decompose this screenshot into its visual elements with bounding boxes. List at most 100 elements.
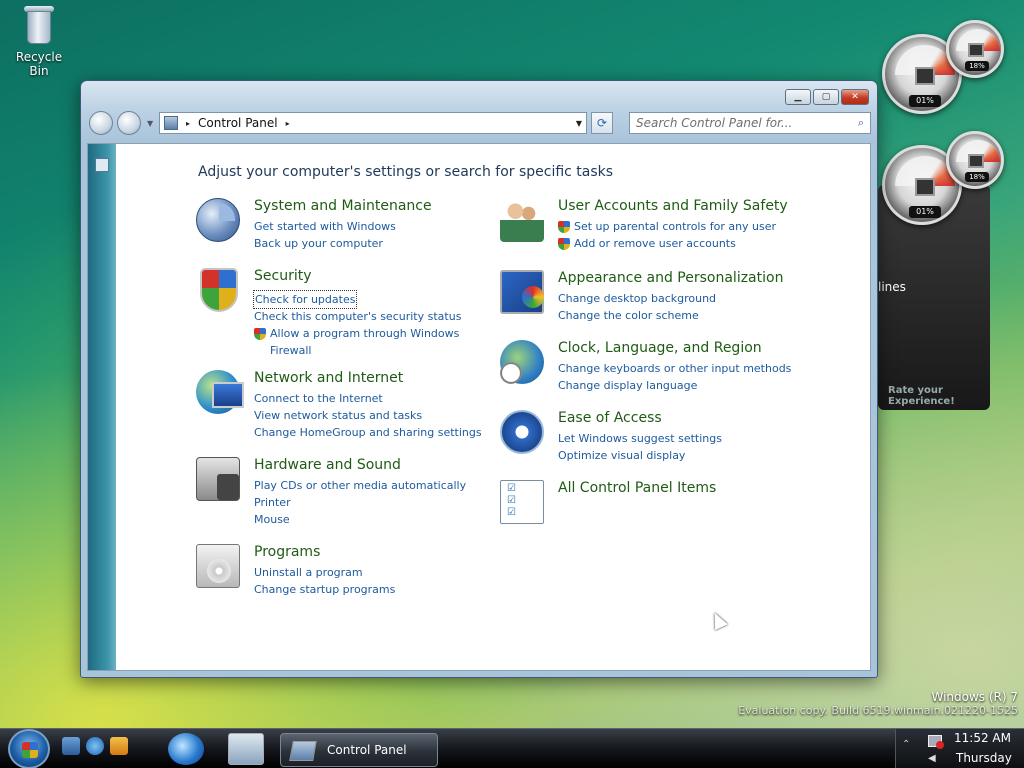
search-icon[interactable]: ⌕ bbox=[858, 116, 864, 130]
cpu-usage-readout: 01% bbox=[909, 95, 941, 107]
category-title[interactable]: Appearance and Personalization bbox=[558, 270, 783, 286]
clock-globe-icon[interactable] bbox=[500, 340, 544, 384]
back-button[interactable] bbox=[89, 111, 113, 135]
control-panel-content: Adjust your computer's settings or searc… bbox=[87, 143, 871, 671]
task-link[interactable]: Let Windows suggest settings bbox=[558, 430, 722, 447]
left-task-pane bbox=[88, 144, 116, 670]
programs-disc-icon[interactable] bbox=[196, 544, 240, 588]
task-link[interactable]: Allow a program through Windows bbox=[254, 325, 461, 342]
address-dropdown-button[interactable]: ▼ bbox=[576, 119, 582, 128]
breadcrumb-separator[interactable]: ▸ bbox=[186, 119, 190, 128]
task-link[interactable]: Change HomeGroup and sharing settings bbox=[254, 424, 482, 441]
task-link[interactable]: Set up parental controls for any user bbox=[558, 218, 776, 235]
task-link[interactable]: Check this computer's security status bbox=[254, 308, 461, 325]
system-tray: ⌃ ◀ 11:52 AM Thursday bbox=[895, 729, 1024, 768]
task-link[interactable]: Add or remove user accounts bbox=[558, 235, 776, 252]
memory-chip-icon bbox=[968, 154, 984, 168]
checklist-icon[interactable] bbox=[500, 480, 544, 524]
memory-chip-icon bbox=[968, 43, 984, 57]
category-title[interactable]: Network and Internet bbox=[254, 370, 403, 386]
internet-explorer-quicklaunch-icon[interactable] bbox=[86, 737, 104, 755]
appearance-monitor-icon[interactable] bbox=[500, 270, 544, 314]
cpu-chip-icon bbox=[915, 178, 935, 196]
task-link[interactable]: Optimize visual display bbox=[558, 447, 722, 464]
recycle-bin-desktop-icon[interactable]: Recycle Bin bbox=[6, 2, 72, 78]
navigation-bar: ▼ ▸ Control Panel ▸ ▼ ⟳ Search Control P… bbox=[89, 111, 871, 135]
task-link[interactable]: Back up your computer bbox=[254, 235, 396, 252]
search-input[interactable]: Search Control Panel for... ⌕ bbox=[629, 112, 871, 134]
breadcrumb-separator[interactable]: ▸ bbox=[286, 119, 290, 128]
task-link[interactable]: Play CDs or other media automatically bbox=[254, 477, 466, 494]
minimize-button[interactable]: ▁ bbox=[785, 89, 811, 105]
category-title[interactable]: Hardware and Sound bbox=[254, 457, 401, 473]
users-icon[interactable] bbox=[500, 198, 544, 242]
category-title[interactable]: System and Maintenance bbox=[254, 198, 432, 214]
forward-button[interactable] bbox=[117, 111, 141, 135]
task-link-continued[interactable]: Firewall bbox=[254, 342, 461, 359]
task-link[interactable]: Connect to the Internet bbox=[254, 390, 482, 407]
task-link[interactable]: Get started with Windows bbox=[254, 218, 396, 235]
category-title[interactable]: Security bbox=[254, 268, 312, 284]
page-heading: Adjust your computer's settings or searc… bbox=[198, 164, 614, 180]
control-panel-icon bbox=[289, 741, 317, 761]
task-link[interactable]: Change keyboards or other input methods bbox=[558, 360, 791, 377]
cpu-chip-icon bbox=[915, 67, 935, 85]
printer-speaker-icon[interactable] bbox=[196, 457, 240, 501]
breadcrumb-control-panel[interactable]: Control Panel bbox=[198, 116, 278, 130]
memory-usage-readout: 18% bbox=[965, 61, 989, 71]
uac-shield-icon bbox=[254, 328, 266, 340]
ease-of-access-icon[interactable] bbox=[500, 410, 544, 454]
uac-shield-icon bbox=[558, 221, 570, 233]
task-link[interactable]: Change display language bbox=[558, 377, 791, 394]
volume-icon[interactable]: ◀ bbox=[928, 753, 936, 764]
task-link[interactable]: Printer bbox=[254, 494, 466, 511]
recycle-bin-label: Recycle Bin bbox=[15, 50, 63, 78]
task-link[interactable]: Uninstall a program bbox=[254, 564, 395, 581]
security-shield-icon[interactable] bbox=[200, 268, 238, 312]
system-maintenance-icon[interactable] bbox=[196, 198, 240, 242]
clock-day[interactable]: Thursday bbox=[956, 751, 1012, 765]
control-panel-home-icon[interactable] bbox=[95, 158, 109, 172]
task-link[interactable]: Change the color scheme bbox=[558, 307, 716, 324]
taskbar: Control Panel ⌃ ◀ 11:52 AM Thursday bbox=[0, 728, 1024, 768]
taskbar-button-label: Control Panel bbox=[327, 743, 407, 757]
show-desktop-icon[interactable] bbox=[62, 737, 80, 755]
address-bar[interactable]: ▸ Control Panel ▸ ▼ bbox=[159, 112, 587, 134]
category-title[interactable]: Ease of Access bbox=[558, 410, 662, 426]
clock-time[interactable]: 11:52 AM bbox=[954, 731, 1011, 745]
control-panel-window[interactable]: ▁ ▢ ✕ ▼ ▸ Control Panel ▸ ▼ ⟳ Search Con… bbox=[80, 80, 878, 678]
maximize-button[interactable]: ▢ bbox=[813, 89, 839, 105]
media-player-quicklaunch-icon[interactable] bbox=[110, 737, 128, 755]
control-panel-icon bbox=[164, 116, 178, 130]
check-for-updates-link[interactable]: Check for updates bbox=[252, 290, 358, 309]
gadget-feed-text: lines bbox=[878, 280, 906, 294]
memory-meter-gadget[interactable]: 18% bbox=[946, 20, 1004, 78]
recent-pages-dropdown[interactable]: ▼ bbox=[147, 119, 153, 128]
category-title[interactable]: Clock, Language, and Region bbox=[558, 340, 762, 356]
show-hidden-icons-button[interactable]: ⌃ bbox=[902, 739, 910, 750]
recycle-bin-icon bbox=[22, 2, 56, 46]
category-title[interactable]: User Accounts and Family Safety bbox=[558, 198, 788, 214]
windows-logo-icon bbox=[22, 742, 38, 758]
build-watermark: Windows (R) 7 Evaluation copy. Build 651… bbox=[738, 690, 1018, 717]
close-button[interactable]: ✕ bbox=[841, 89, 869, 105]
memory-meter-gadget-2[interactable]: 18% bbox=[946, 131, 1004, 189]
network-globe-icon[interactable] bbox=[196, 370, 244, 414]
task-link[interactable]: Mouse bbox=[254, 511, 466, 528]
task-link[interactable]: View network status and tasks bbox=[254, 407, 482, 424]
taskbar-button-control-panel[interactable]: Control Panel bbox=[280, 733, 438, 767]
uac-shield-icon bbox=[558, 238, 570, 250]
task-link[interactable]: Change desktop background bbox=[558, 290, 716, 307]
start-button[interactable] bbox=[8, 729, 50, 768]
memory-usage-readout-2: 18% bbox=[965, 172, 989, 182]
internet-explorer-taskbar-icon[interactable] bbox=[168, 733, 204, 765]
rate-experience-text[interactable]: Rate your Experience! bbox=[888, 385, 990, 407]
task-link[interactable]: Change startup programs bbox=[254, 581, 395, 598]
search-placeholder: Search Control Panel for... bbox=[636, 116, 793, 130]
refresh-button[interactable]: ⟳ bbox=[591, 112, 613, 134]
explorer-taskbar-icon[interactable] bbox=[228, 733, 264, 765]
category-title[interactable]: Programs bbox=[254, 544, 320, 560]
cpu-usage-readout-2: 01% bbox=[909, 206, 941, 218]
category-title[interactable]: All Control Panel Items bbox=[558, 480, 716, 496]
network-error-icon bbox=[936, 741, 944, 749]
